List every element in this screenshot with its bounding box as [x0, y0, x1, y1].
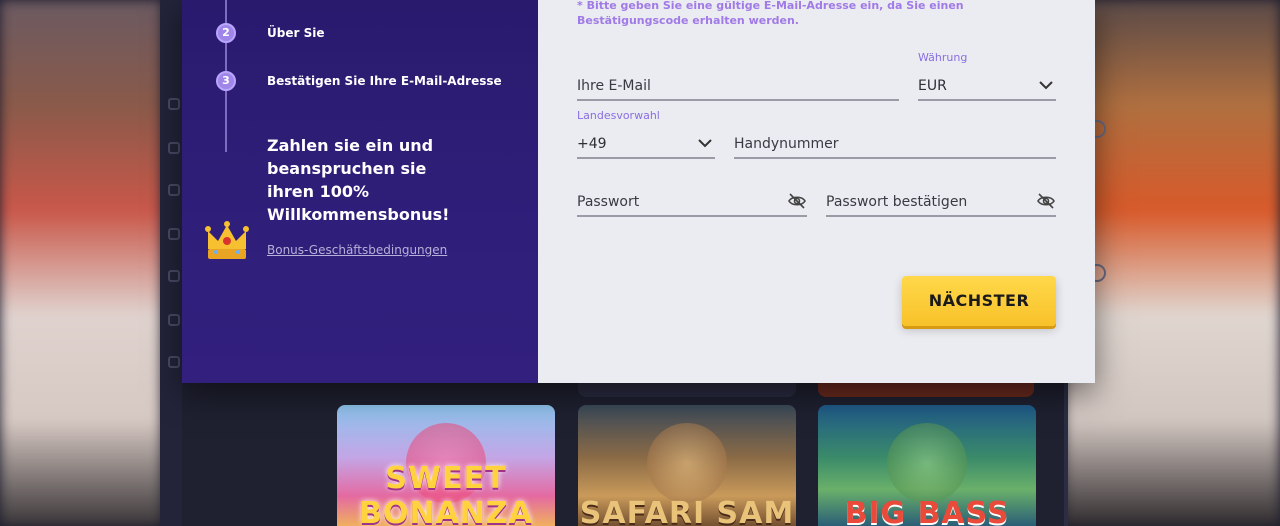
registration-modal: 2 Über Sie 3 Bestätigen Sie Ihre E-Mail-…: [182, 0, 1095, 383]
email-field[interactable]: Ihre E-Mail: [577, 73, 899, 101]
currency-label: Währung: [918, 51, 968, 64]
email-placeholder: Ihre E-Mail: [577, 78, 651, 94]
screen: SWEET BONANZA SAFARI SAM BIG BASS 2 Über…: [0, 0, 1280, 526]
next-button[interactable]: NÄCHSTER: [902, 276, 1056, 326]
game-tile-edge: [818, 383, 1034, 397]
country-code-select[interactable]: Landesvorwahl +49: [577, 109, 715, 159]
rail-icon: [168, 356, 180, 368]
confirm-password-placeholder: Passwort bestätigen: [826, 194, 968, 210]
password-placeholder: Passwort: [577, 194, 640, 210]
currency-value: EUR: [918, 78, 947, 94]
rail-icon: [168, 98, 180, 110]
registration-steps-panel: 2 Über Sie 3 Bestätigen Sie Ihre E-Mail-…: [182, 0, 538, 383]
welcome-bonus-promo: Zahlen sie ein und beanspruchen sie ihre…: [267, 136, 450, 224]
email-notice: * Bitte geben Sie eine gültige E-Mail-Ad…: [577, 0, 964, 27]
game-title: SAFARI SAM: [579, 496, 795, 526]
step-label-about-you: Über Sie: [267, 26, 325, 40]
currency-select[interactable]: Währung EUR: [918, 51, 1056, 101]
step-number-3: 3: [216, 71, 236, 91]
game-art: [887, 423, 967, 503]
rail-icon: [168, 184, 180, 196]
game-art: [647, 423, 727, 503]
rail-icon: [168, 314, 180, 326]
step-number-2: 2: [216, 23, 236, 43]
country-code-value: +49: [577, 136, 607, 152]
registration-form: * Bitte geben Sie eine gültige E-Mail-Ad…: [538, 0, 1095, 383]
chevron-down-icon: [698, 139, 712, 148]
game-title: BIG BASS: [844, 496, 1010, 526]
rail-icon: [168, 270, 180, 282]
phone-field[interactable]: Handynummer: [734, 131, 1056, 159]
password-field[interactable]: Passwort: [577, 189, 807, 217]
game-tile-sweet-bonanza[interactable]: SWEET BONANZA: [337, 405, 555, 526]
crown-icon: [205, 221, 249, 259]
background-blur-left: [0, 0, 162, 526]
game-tile-safari-sam[interactable]: SAFARI SAM: [578, 405, 796, 526]
game-title: SWEET BONANZA: [359, 461, 533, 526]
eye-off-icon[interactable]: [787, 191, 807, 211]
background-blur-right: [1064, 0, 1280, 526]
game-tile-edge: [578, 383, 796, 397]
game-tile-big-bass[interactable]: BIG BASS: [818, 405, 1036, 526]
confirm-password-field[interactable]: Passwort bestätigen: [826, 189, 1056, 217]
rail-icon: [168, 228, 180, 240]
chevron-down-icon: [1039, 81, 1053, 90]
step-label-confirm-email: Bestätigen Sie Ihre E-Mail-Adresse: [267, 74, 502, 88]
rail-icon: [168, 142, 180, 154]
eye-off-icon[interactable]: [1036, 191, 1056, 211]
country-code-label: Landesvorwahl: [577, 109, 660, 122]
background-side-rail: [160, 0, 182, 526]
phone-placeholder: Handynummer: [734, 136, 839, 152]
bonus-terms-link[interactable]: Bonus-Geschäftsbedingungen: [267, 243, 447, 257]
